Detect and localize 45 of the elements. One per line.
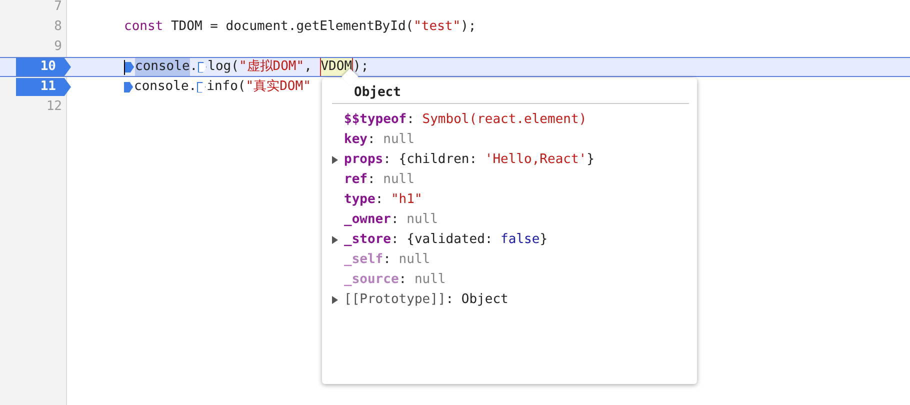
line-number[interactable]: 9 <box>54 38 67 56</box>
text-cursor <box>124 60 125 74</box>
line-number[interactable]: 8 <box>54 18 67 36</box>
code-text: , <box>304 58 313 76</box>
property-key: $$typeof <box>344 110 407 130</box>
property-value: : null <box>367 171 414 189</box>
line-number[interactable]: 7 <box>54 0 67 16</box>
code-string: "虚拟DOM" <box>238 58 304 76</box>
property-key: ref <box>344 170 368 190</box>
property-key: [[Prototype]] <box>344 290 446 310</box>
code-text: ); <box>460 18 476 36</box>
property-key: _source <box>344 270 399 290</box>
inline-breakpoint-outline-icon[interactable] <box>196 82 206 92</box>
code-text: log( <box>208 58 239 76</box>
code-text: info( <box>206 78 246 96</box>
property-value: : {validated: false} <box>390 231 548 249</box>
property-value: : Symbol(react.element) <box>406 111 587 129</box>
code-string: "真实DOM" <box>246 78 311 96</box>
property-key: key <box>344 130 368 150</box>
inline-breakpoint-icon[interactable] <box>125 62 134 72</box>
property-key: _store <box>344 230 391 250</box>
code-text: . <box>190 58 198 76</box>
code-text: ); <box>353 58 369 76</box>
code-text: console. <box>134 78 197 96</box>
inline-breakpoint-icon[interactable] <box>124 82 133 92</box>
property-key: _owner <box>344 210 391 230</box>
property-key: _self <box>344 250 384 270</box>
property-key: type <box>344 190 376 210</box>
property-value: : null <box>398 271 446 289</box>
property-value: : null <box>383 251 430 269</box>
property-value: : {children: 'Hello,React'} <box>383 151 594 169</box>
breakpoint-line-number[interactable]: 11 <box>16 78 71 96</box>
selected-text: console <box>135 58 190 76</box>
property-value: : null <box>390 211 438 229</box>
code-keyword: const <box>124 18 164 36</box>
line-number[interactable]: 12 <box>46 98 67 116</box>
property-value: : null <box>367 131 414 149</box>
property-value: : Object <box>446 291 508 309</box>
property-key: props <box>344 150 384 170</box>
code-string: "test" <box>414 18 461 36</box>
code-text: TDOM = document.getElementById( <box>170 18 414 36</box>
popover-title: Object <box>332 82 689 104</box>
breakpoint-line-number[interactable]: 10 <box>16 58 71 76</box>
inline-breakpoint-outline-icon[interactable] <box>198 62 207 72</box>
property-value: : "h1" <box>375 191 422 209</box>
